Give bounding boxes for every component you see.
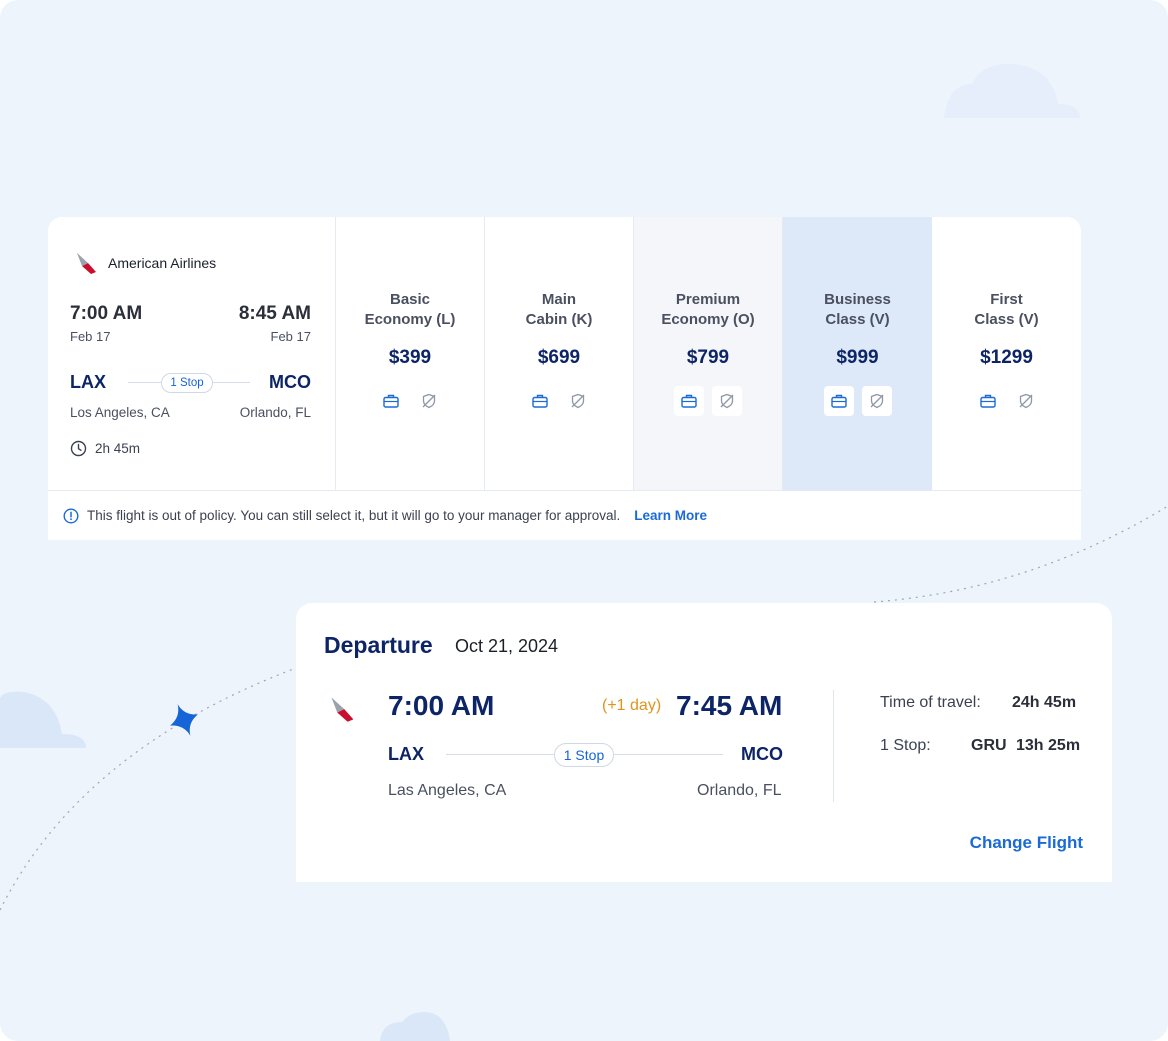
duration-row: 2h 45m — [70, 440, 140, 457]
stop-airport: GRU — [971, 737, 1007, 754]
briefcase-icon — [376, 386, 406, 416]
no-refund-icon — [1011, 386, 1041, 416]
departure-date: Feb 17 — [70, 329, 111, 344]
stop-duration: 13h 25m — [1016, 737, 1081, 754]
stops-badge: 1 Stop — [554, 743, 614, 767]
day-offset: (+1 day) — [602, 697, 662, 714]
destination-code: MCO — [741, 744, 783, 764]
no-refund-icon — [414, 386, 444, 416]
fare-price: $399 — [388, 347, 432, 368]
arrival-time: 7:45 AM — [676, 690, 783, 721]
origin-city: Las Angeles, CA — [388, 782, 507, 799]
fare-option[interactable]: Premium Economy (O) $799 — [634, 217, 783, 490]
origin-code: LAX — [70, 372, 106, 392]
fare-option[interactable]: First Class (V) $1299 — [932, 217, 1081, 490]
destination-code: MCO — [269, 372, 311, 392]
briefcase-icon — [823, 386, 854, 416]
destination-city: Orlando, FL — [697, 782, 782, 799]
fare-class-name: Premium Economy (O) — [661, 291, 755, 328]
fare-price: $1299 — [980, 347, 1033, 368]
no-refund-icon — [563, 386, 593, 416]
fare-option[interactable]: Main Cabin (K) $699 — [485, 217, 634, 490]
airline-name: American Airlines — [108, 255, 217, 271]
policy-banner: This flight is out of policy. You can st… — [48, 490, 1081, 540]
no-refund-icon — [861, 386, 892, 416]
fare-amenity-icons — [485, 386, 633, 416]
departure-time: 7:00 AM — [388, 690, 495, 721]
flight-fare-card: American Airlines 7:00 AM Feb 17 8:45 AM… — [48, 217, 1081, 540]
learn-more-link[interactable]: Learn More — [634, 508, 707, 523]
sparkle-star-icon — [170, 704, 198, 736]
fare-price: $799 — [686, 347, 730, 368]
departure-time: 7:00 AM — [70, 303, 143, 324]
fare-amenity-icons — [634, 386, 782, 416]
airline-row: American Airlines — [74, 250, 216, 276]
vertical-divider — [833, 690, 834, 802]
arrival-date: Feb 17 — [270, 329, 311, 344]
fare-amenity-icons — [932, 386, 1081, 416]
briefcase-icon — [674, 386, 704, 416]
origin-city: Los Angeles, CA — [70, 405, 170, 420]
cloud-bottom — [380, 1012, 450, 1041]
destination-city: Orlando, FL — [239, 405, 311, 420]
fare-price: $699 — [537, 347, 581, 368]
fare-class-name: Main Cabin (K) — [525, 291, 593, 328]
origin-code: LAX — [388, 744, 424, 764]
policy-message: This flight is out of policy. You can st… — [87, 508, 621, 523]
departure-card: Departure Oct 21, 2024 7:00 AM (+1 day) … — [296, 603, 1112, 882]
stops-badge: 1 Stop — [161, 373, 213, 393]
clock-icon — [70, 440, 87, 457]
no-refund-icon — [712, 386, 742, 416]
departure-title: Departure — [324, 632, 433, 658]
arrival-time: 8:45 AM — [238, 303, 311, 324]
cloud-top-right — [944, 63, 1080, 118]
stop-label: 1 Stop: — [880, 737, 931, 754]
fare-price: $999 — [836, 347, 879, 368]
time-of-travel-label: Time of travel: — [880, 694, 981, 711]
fare-class-name: Basic Economy (L) — [364, 291, 456, 328]
fare-amenity-icons — [783, 386, 932, 416]
briefcase-icon — [525, 386, 555, 416]
cloud-left — [0, 691, 86, 748]
fare-class-name: First Class (V) — [974, 291, 1039, 328]
fare-option[interactable]: Basic Economy (L) $399 — [336, 217, 485, 490]
time-of-travel-value: 24h 45m — [1012, 694, 1077, 711]
american-airlines-logo — [77, 253, 96, 274]
flight-duration: 2h 45m — [95, 441, 141, 456]
fare-class-name: Business Class (V) — [824, 291, 891, 328]
american-airlines-logo — [331, 697, 354, 722]
departure-date: Oct 21, 2024 — [455, 636, 559, 656]
flight-summary: American Airlines 7:00 AM Feb 17 8:45 AM… — [48, 217, 336, 490]
info-alert-icon — [63, 507, 79, 524]
background-canvas: American Airlines 7:00 AM Feb 17 8:45 AM… — [0, 0, 1168, 1041]
fare-option[interactable]: Business Class (V) $999 — [783, 217, 932, 490]
change-flight-button[interactable]: Change Flight — [970, 833, 1083, 853]
briefcase-icon — [973, 386, 1003, 416]
fare-amenity-icons — [336, 386, 484, 416]
